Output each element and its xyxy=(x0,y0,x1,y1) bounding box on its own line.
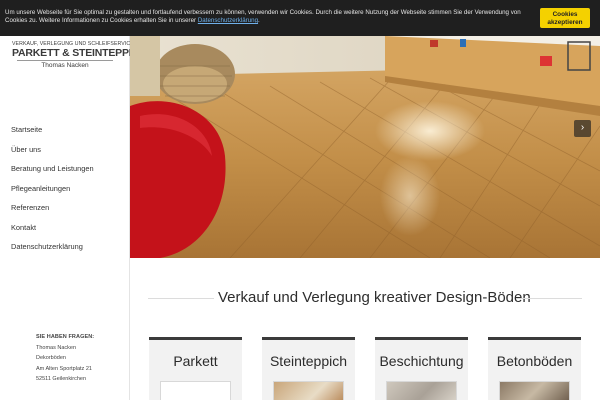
logo-divider xyxy=(17,60,113,61)
card-image xyxy=(160,381,231,400)
nav-item-ueber-uns[interactable]: Über uns xyxy=(0,140,129,160)
cookie-message-text: Um unsere Webseite für Sie optimal zu ge… xyxy=(5,9,521,24)
chevron-right-icon: › xyxy=(580,122,585,133)
cookie-banner: Um unsere Webseite für Sie optimal zu ge… xyxy=(0,0,600,36)
nav-item-referenzen[interactable]: Referenzen xyxy=(0,198,129,218)
card-title: Parkett xyxy=(173,353,218,369)
contact-heading: SIE HABEN FRAGEN: xyxy=(36,334,95,340)
nav-item-datenschutz[interactable]: Datenschutzerklärung xyxy=(0,237,129,257)
page-headline: Verkauf und Verlegung kreativer Design-B… xyxy=(218,289,531,306)
contact-city: 52511 Geilenkirchen xyxy=(36,376,87,382)
contact-company: Dekorböden xyxy=(36,355,66,361)
card-parkett[interactable]: Parkett xyxy=(149,337,242,400)
cookie-message: Um unsere Webseite für Sie optimal zu ge… xyxy=(5,9,533,25)
nav-item-beratung[interactable]: Beratung und Leistungen xyxy=(0,159,129,179)
slider-next-button[interactable]: › xyxy=(574,120,591,137)
nav-item-kontakt[interactable]: Kontakt xyxy=(0,218,129,238)
card-image xyxy=(273,381,344,400)
hero-image xyxy=(130,36,600,258)
accept-cookies-label-1: Cookies xyxy=(552,11,578,18)
card-betonboeden[interactable]: Betonböden xyxy=(488,337,581,400)
contact-street: Am Alten Sportplatz 21 xyxy=(36,365,92,372)
card-title: Betonböden xyxy=(496,353,573,369)
privacy-policy-link[interactable]: Datenschutzerklärung xyxy=(198,17,258,24)
contact-name: Thomas Nacken xyxy=(36,344,77,351)
accept-cookies-label-2: akzeptieren xyxy=(547,18,583,26)
cookie-message-suffix: . xyxy=(258,17,260,24)
card-image xyxy=(499,381,570,400)
section-heading: Verkauf und Verlegung kreativer Design-B… xyxy=(130,286,600,310)
accept-cookies-button[interactable]: Cookies akzeptieren xyxy=(540,8,590,28)
card-image xyxy=(386,381,457,400)
nav-item-startseite[interactable]: Startseite xyxy=(0,120,129,140)
nav-item-pflegeanleitungen[interactable]: Pflegeanleitungen xyxy=(0,179,129,199)
sidebar: VERKAUF, VERLEGUNG UND SCHLEIFSERVICE VO… xyxy=(0,36,147,400)
main-navigation: Startseite Über uns Beratung und Leistun… xyxy=(0,120,129,257)
heading-rule-left xyxy=(148,298,214,299)
heading-rule-right xyxy=(516,298,582,299)
logo-owner: Thomas Nacken xyxy=(41,62,89,69)
card-title: Beschichtung xyxy=(379,353,464,369)
contact-info: SIE HABEN FRAGEN: Thomas Nacken Dekorböd… xyxy=(36,332,94,385)
card-title: Steinteppich xyxy=(269,353,348,369)
hero-slider: › xyxy=(130,36,600,258)
site-logo[interactable]: VERKAUF, VERLEGUNG UND SCHLEIFSERVICE VO… xyxy=(12,41,147,69)
card-beschichtung[interactable]: Beschichtung xyxy=(375,337,468,400)
logo-title: PARKETT & STEINTEPPICH xyxy=(12,47,147,59)
card-steinteppich[interactable]: Steinteppich xyxy=(262,337,355,400)
